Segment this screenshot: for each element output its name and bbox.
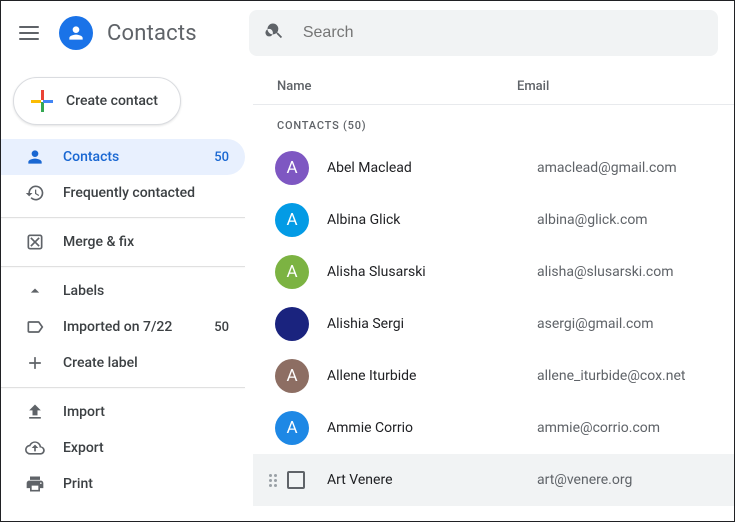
sidebar-item-label: Frequently contacted <box>63 185 229 201</box>
create-contact-button[interactable]: Create contact <box>13 77 181 125</box>
contact-row[interactable]: A Ammie Corrio ammie@corrio.com <box>253 402 734 454</box>
contact-row[interactable]: A Allene Iturbide allene_iturbide@cox.net <box>253 350 734 402</box>
label-icon <box>25 317 45 337</box>
avatar: A <box>275 255 309 289</box>
contact-row[interactable]: A Albina Glick albina@glick.com <box>253 194 734 246</box>
sidebar-item-count: 50 <box>214 320 229 335</box>
row-checkbox[interactable] <box>287 471 305 489</box>
contact-email: albina@glick.com <box>537 212 718 228</box>
search-box[interactable] <box>249 10 718 56</box>
sidebar-item-label: Import <box>63 404 229 420</box>
sidebar-item-label: Contacts <box>63 149 196 165</box>
divider <box>1 387 245 388</box>
sidebar-item-import[interactable]: Import <box>1 394 245 430</box>
sidebar: Create contact Contacts 50 Frequently co… <box>1 65 253 521</box>
contact-name: Art Venere <box>327 472 519 488</box>
sidebar-item-label: Export <box>63 440 229 456</box>
search-input[interactable] <box>301 23 702 43</box>
contact-name: Allene Iturbide <box>327 368 519 384</box>
contact-name: Alishia Sergi <box>327 316 519 332</box>
search-icon <box>265 21 285 45</box>
list-header: Name Email <box>253 65 734 105</box>
contact-row[interactable]: Art Venere art@venere.org <box>253 454 734 506</box>
contact-email: alisha@slusarski.com <box>537 264 718 280</box>
contact-row[interactable]: Alishia Sergi asergi@gmail.com <box>253 298 734 350</box>
sidebar-item-label: Merge & fix <box>63 234 229 250</box>
history-icon <box>25 183 45 203</box>
contact-name: Abel Maclead <box>327 160 519 176</box>
create-contact-label: Create contact <box>66 93 158 109</box>
contact-email: allene_iturbide@cox.net <box>537 368 718 384</box>
group-label: CONTACTS (50) <box>253 105 734 142</box>
contact-email: asergi@gmail.com <box>537 316 718 332</box>
avatar: A <box>275 203 309 237</box>
column-header-email[interactable]: Email <box>517 79 549 94</box>
contact-row[interactable]: A Alisha Slusarski alisha@slusarski.com <box>253 246 734 298</box>
contact-name: Albina Glick <box>327 212 519 228</box>
sidebar-item-label: Create label <box>63 355 229 371</box>
sidebar-item-count: 50 <box>214 150 229 165</box>
contact-row[interactable]: A Abel Maclead amaclead@gmail.com <box>253 142 734 194</box>
row-hover-controls <box>269 471 305 489</box>
plus-icon <box>30 89 54 113</box>
contact-name: Ammie Corrio <box>327 420 519 436</box>
avatar <box>275 307 309 341</box>
sidebar-item-label: Imported on 7/22 <box>63 319 196 335</box>
contact-email: ammie@corrio.com <box>537 420 718 436</box>
contact-email: art@venere.org <box>537 472 718 488</box>
sidebar-item-merge[interactable]: Merge & fix <box>1 224 245 260</box>
avatar: A <box>275 359 309 393</box>
sidebar-item-print[interactable]: Print <box>1 466 245 502</box>
avatar: A <box>275 411 309 445</box>
sidebar-create-label[interactable]: Create label <box>1 345 245 381</box>
topbar: Contacts <box>1 1 734 65</box>
merge-icon <box>25 232 45 252</box>
menu-icon[interactable] <box>17 21 41 45</box>
divider <box>1 217 245 218</box>
column-header-name[interactable]: Name <box>277 79 517 94</box>
sidebar-item-frequent[interactable]: Frequently contacted <box>1 175 245 211</box>
app-logo <box>59 16 93 50</box>
contact-email: amaclead@gmail.com <box>537 160 718 176</box>
upload-icon <box>25 402 45 422</box>
sidebar-item-contacts[interactable]: Contacts 50 <box>1 139 245 175</box>
chevron-up-icon <box>25 281 45 301</box>
person-icon <box>25 147 45 167</box>
main: Name Email CONTACTS (50) A Abel Maclead am… <box>253 65 734 521</box>
app-title: Contacts <box>107 21 197 46</box>
sidebar-item-label: Labels <box>63 283 229 299</box>
add-icon <box>25 353 45 373</box>
contact-name: Alisha Slusarski <box>327 264 519 280</box>
sidebar-item-label: Print <box>63 476 229 492</box>
divider <box>1 266 245 267</box>
cloud-upload-icon <box>25 438 45 458</box>
sidebar-label-item[interactable]: Imported on 7/22 50 <box>1 309 245 345</box>
drag-handle-icon[interactable] <box>269 474 277 487</box>
print-icon <box>25 474 45 494</box>
sidebar-labels-header[interactable]: Labels <box>1 273 245 309</box>
avatar: A <box>275 151 309 185</box>
sidebar-item-export[interactable]: Export <box>1 430 245 466</box>
